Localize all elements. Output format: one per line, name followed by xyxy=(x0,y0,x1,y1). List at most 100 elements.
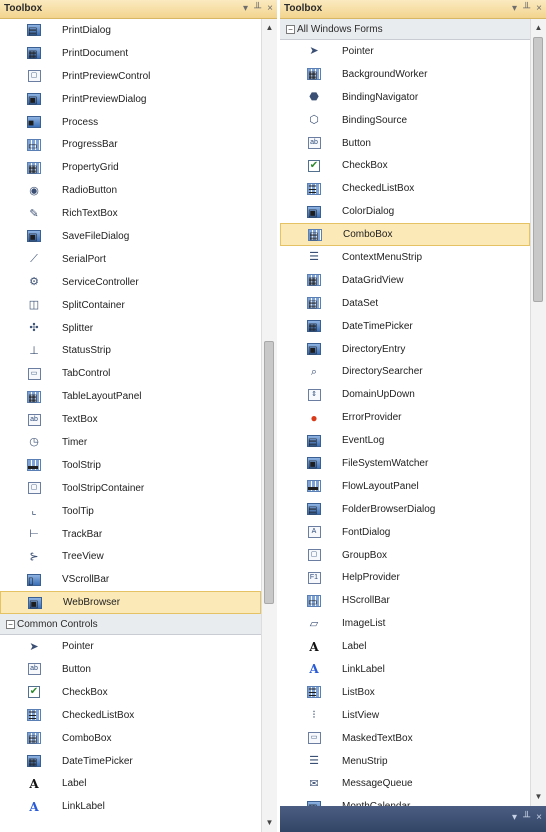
toolbox-item[interactable]: ▣ WebBrowser xyxy=(0,591,261,615)
dropdown-icon[interactable]: ▾ xyxy=(512,812,517,823)
left-vertical-scrollbar[interactable]: ▲ ▼ xyxy=(261,19,277,832)
dropdown-icon[interactable]: ▾ xyxy=(512,0,517,18)
toolbox-item[interactable]: ab Button xyxy=(280,132,530,155)
toolbox-item[interactable]: ▦ TableLayoutPanel xyxy=(0,385,261,408)
toolbox-item[interactable]: ▭ ProgressBar xyxy=(0,133,261,156)
toolbox-item[interactable]: ▤ EventLog xyxy=(280,429,530,452)
toolbox-item[interactable]: ▤ ComboBox xyxy=(0,727,261,750)
toolbox-item[interactable]: ab Button xyxy=(0,658,261,681)
collapse-toggle-icon[interactable]: − xyxy=(6,619,15,629)
toolbox-item[interactable]: ◫ SplitContainer xyxy=(0,294,261,317)
scroll-up-arrow-icon[interactable]: ▲ xyxy=(262,21,277,35)
toolbox-item[interactable]: ✉ MessageQueue xyxy=(280,773,530,796)
scroll-up-arrow-icon[interactable]: ▲ xyxy=(531,21,546,35)
toolbox-item[interactable]: ➤ Pointer xyxy=(280,40,530,63)
toolbox-item[interactable]: ▭ HScrollBar xyxy=(280,589,530,612)
scroll-down-arrow-icon[interactable]: ▼ xyxy=(531,790,546,804)
toolbox-item[interactable]: ▱ ImageList xyxy=(280,612,530,635)
toolbox-item[interactable]: ☰ CheckedListBox xyxy=(280,177,530,200)
toolbox-item[interactable]: ⌕ DirectorySearcher xyxy=(280,360,530,383)
toolbox-item[interactable]: ⊥ StatusStrip xyxy=(0,339,261,362)
close-icon[interactable]: × xyxy=(536,812,542,823)
toolbox-item[interactable]: ▭ MaskedTextBox xyxy=(280,727,530,750)
toolbox-item[interactable]: ▣ DirectoryEntry xyxy=(280,338,530,361)
toolbox-item[interactable]: ☰ ListBox xyxy=(280,681,530,704)
toolbox-item-label: EventLog xyxy=(342,435,385,447)
collapse-toggle-icon[interactable]: − xyxy=(286,24,295,34)
toolbox-item[interactable]: ▬ ToolStrip xyxy=(0,454,261,477)
toolbox-item[interactable]: ⟋ SerialPort xyxy=(0,248,261,271)
pin-icon[interactable]: ╨ xyxy=(523,812,530,823)
toolbox-item[interactable]: ✎ RichTextBox xyxy=(0,202,261,225)
toolbox-item[interactable]: ▢ ToolStripContainer xyxy=(0,477,261,500)
toolbox-item[interactable]: A FontDialog xyxy=(280,521,530,544)
toolbox-item[interactable]: ▣ FileSystemWatcher xyxy=(280,452,530,475)
toolbox-item[interactable]: ▭ TabControl xyxy=(0,362,261,385)
toolbox-item-label: ListView xyxy=(342,709,380,721)
toolbox-item[interactable]: ab TextBox xyxy=(0,408,261,431)
toolbox-item-label: Pointer xyxy=(62,641,94,653)
toolbox-item[interactable]: ▦ DateTimePicker xyxy=(0,750,261,773)
toolbox-item[interactable]: ✔ CheckBox xyxy=(280,154,530,177)
toolbox-item[interactable]: ⚙ ServiceController xyxy=(0,271,261,294)
toolbox-item[interactable]: ▢ PrintPreviewControl xyxy=(0,65,261,88)
toolbox-item[interactable]: ✣ Splitter xyxy=(0,317,261,340)
toolbox-item[interactable]: ⁝ ListView xyxy=(280,704,530,727)
toolbox-item[interactable]: ▦ PrintDocument xyxy=(0,42,261,65)
toolbox-item[interactable]: ☰ MenuStrip xyxy=(280,750,530,773)
toolbox-item[interactable]: ▦ BackgroundWorker xyxy=(280,63,530,86)
toolbox-item[interactable]: ⇕ DomainUpDown xyxy=(280,383,530,406)
toolbox-item[interactable]: ▤ ComboBox xyxy=(280,223,530,247)
toolbox-item[interactable]: ▤ FolderBrowserDialog xyxy=(280,498,530,521)
toolbox-item[interactable]: ⊢ TrackBar xyxy=(0,523,261,546)
toolbox-item-label: TableLayoutPanel xyxy=(62,391,142,403)
toolbox-item[interactable]: ◉ RadioButton xyxy=(0,179,261,202)
dropdown-icon[interactable]: ▾ xyxy=(243,0,248,18)
toolbox-group-header[interactable]: − All Windows Forms xyxy=(280,19,530,40)
toolbox-item[interactable]: ☰ ContextMenuStrip xyxy=(280,246,530,269)
toolbox-item[interactable]: A Label xyxy=(280,635,530,658)
close-icon[interactable]: × xyxy=(267,0,273,18)
toolbox-item[interactable]: ⬣ BindingNavigator xyxy=(280,86,530,109)
toolbox-item[interactable]: ▬ FlowLayoutPanel xyxy=(280,475,530,498)
toolbox-item[interactable]: F1 HelpProvider xyxy=(280,566,530,589)
toolbox-item[interactable]: ⬡ BindingSource xyxy=(280,109,530,132)
dataset-icon: ▤ xyxy=(307,296,321,310)
toolbox-item[interactable]: A Label xyxy=(0,773,261,796)
scroll-down-arrow-icon[interactable]: ▼ xyxy=(262,816,277,830)
pin-icon[interactable]: ╨ xyxy=(523,0,530,18)
toolbox-item[interactable]: ■ Process xyxy=(0,111,261,134)
toolbox-item[interactable]: ⊱ TreeView xyxy=(0,545,261,568)
toolbox-item-label: GroupBox xyxy=(342,549,388,561)
messagequeue-icon: ✉ xyxy=(309,777,319,790)
right-vertical-scrollbar[interactable]: ▲ ▼ xyxy=(530,19,546,806)
toolbox-item[interactable]: ▣ PrintPreviewDialog xyxy=(0,88,261,111)
toolbox-item[interactable]: A LinkLabel xyxy=(280,658,530,681)
toolbox-item[interactable]: ▦ DateTimePicker xyxy=(280,315,530,338)
toolbox-item[interactable]: ▣ SaveFileDialog xyxy=(0,225,261,248)
toolbox-item-label: BindingNavigator xyxy=(342,91,419,103)
scrollbar-thumb[interactable] xyxy=(264,341,274,604)
toolbox-item[interactable]: ☰ CheckedListBox xyxy=(0,704,261,727)
close-icon[interactable]: × xyxy=(536,0,542,18)
toolbox-item[interactable]: ▤ DataSet xyxy=(280,292,530,315)
toolbox-item[interactable]: ▯ VScrollBar xyxy=(0,568,261,591)
toolbox-item[interactable]: ▦ PropertyGrid xyxy=(0,156,261,179)
toolbox-item[interactable]: A LinkLabel xyxy=(0,795,261,818)
right-toolbox-list: − All Windows Forms ➤ Pointer ▦ BackgroundWor… xyxy=(280,19,530,814)
toolbox-item[interactable]: ▣ ColorDialog xyxy=(280,200,530,223)
label-icon: A xyxy=(29,776,39,791)
toolbox-item[interactable]: ▤ PrintDialog xyxy=(0,19,261,42)
toolbox-group-header[interactable]: − Common Controls xyxy=(0,614,261,636)
left-toolbox-title: Toolbox xyxy=(4,3,43,14)
toolbox-item[interactable]: ✔ CheckBox xyxy=(0,681,261,704)
pin-icon[interactable]: ╨ xyxy=(254,0,261,18)
maskedtextbox-icon: ▭ xyxy=(307,731,321,745)
scrollbar-thumb[interactable] xyxy=(533,37,543,302)
toolbox-item[interactable]: ● ErrorProvider xyxy=(280,406,530,429)
toolbox-item[interactable]: ◷ Timer xyxy=(0,431,261,454)
toolbox-item[interactable]: ▢ GroupBox xyxy=(280,544,530,567)
toolbox-item[interactable]: ➤ Pointer xyxy=(0,635,261,658)
toolbox-item[interactable]: ▦ DataGridView xyxy=(280,269,530,292)
toolbox-item[interactable]: ⌞ ToolTip xyxy=(0,500,261,523)
